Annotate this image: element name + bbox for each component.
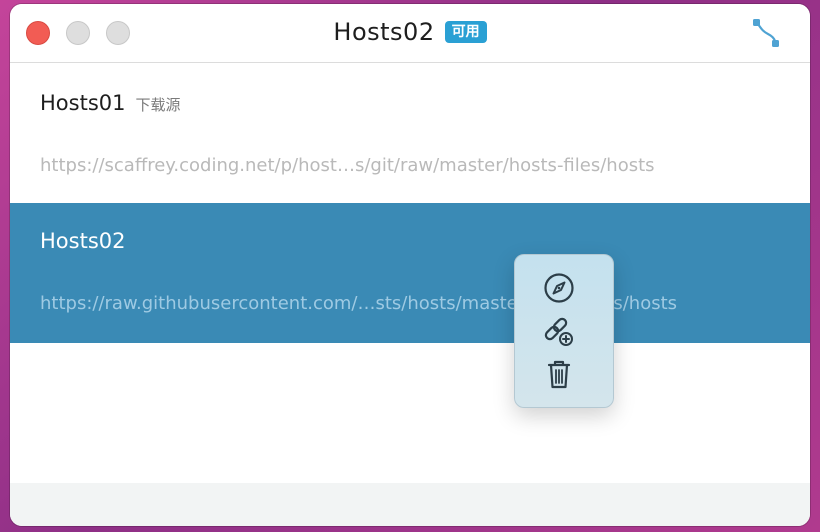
hosts-list-item-selected[interactable]: Hosts02 https://raw.githubusercontent.co… [10, 203, 810, 343]
delete-button[interactable] [539, 355, 579, 393]
hosts-list: Hosts01 下载源 https://scaffrey.coding.net/p… [10, 63, 810, 343]
host-url: https://scaffrey.coding.net/p/host…s/git… [40, 155, 655, 176]
title-group: Hosts02 可用 [10, 16, 810, 48]
route-icon[interactable] [750, 16, 782, 50]
host-name: Hosts02 [40, 229, 126, 253]
compass-icon [544, 273, 574, 303]
host-name: Hosts01 [40, 91, 126, 115]
title-bar: Hosts02 可用 [10, 4, 810, 63]
host-tag: 下载源 [135, 96, 181, 114]
open-in-browser-button[interactable] [539, 269, 579, 307]
footer-bar [10, 483, 810, 526]
context-menu [514, 254, 614, 408]
trash-icon [547, 360, 571, 389]
window-title: Hosts02 [333, 18, 435, 46]
host-name-group: Hosts01 下载源 [40, 91, 181, 115]
app-window: Hosts02 可用 Hosts01 下载源 https://scaffrey.c… [10, 4, 810, 526]
add-link-icon [544, 317, 573, 346]
hosts-list-item[interactable]: Hosts01 下载源 https://scaffrey.coding.net/p… [10, 63, 810, 203]
add-link-button[interactable] [539, 313, 579, 351]
status-badge: 可用 [444, 21, 487, 43]
